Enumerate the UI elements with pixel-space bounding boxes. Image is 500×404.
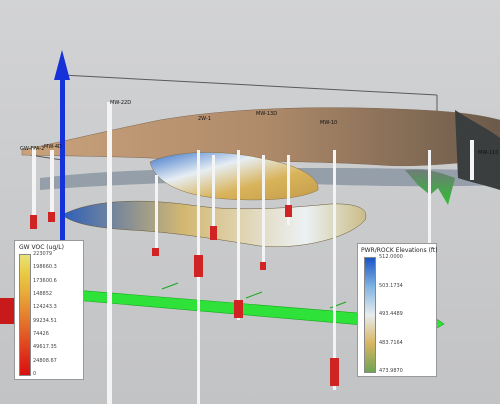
well-label-left: GW-FPA-2 bbox=[20, 146, 45, 152]
well-label-top: MW-22D bbox=[110, 100, 132, 106]
elevation-legend-title: PWR/ROCK Elevations (ft) bbox=[361, 247, 438, 254]
voc-tick-label: 24808.67 bbox=[33, 357, 57, 364]
well-label-mid-1: 2W-1 bbox=[198, 116, 211, 122]
elevation-legend: PWR/ROCK Elevations (ft) 512.0000 503.173… bbox=[357, 243, 438, 377]
voc-tick-label: 0 bbox=[33, 371, 37, 377]
well bbox=[330, 150, 339, 390]
voc-tick-label: 74426 bbox=[33, 331, 49, 337]
well bbox=[0, 298, 14, 324]
elevation-tick-label: 473.9870 bbox=[379, 368, 403, 374]
well-label-mid-2: MW-10 bbox=[320, 120, 338, 126]
well bbox=[107, 102, 112, 404]
elevation-tick-label: 512.0000 bbox=[379, 254, 403, 260]
elevation-tick-label: 493.4489 bbox=[379, 311, 403, 317]
3d-viewport[interactable]: MW-22D GW-FPA-2 MW-4D MW-13D MW-110 2W-1… bbox=[0, 0, 500, 404]
voc-tick-label: 198660.3 bbox=[33, 264, 57, 271]
well-label-right: MW-110 bbox=[478, 150, 499, 156]
voc-tick-label: 223079 bbox=[33, 251, 53, 257]
voc-legend-title: GW VOC (ug/L) bbox=[19, 244, 64, 251]
voc-tick-label: 148852 bbox=[33, 291, 53, 297]
voc-tick-label: 173600.6 bbox=[33, 277, 57, 284]
voc-tick-label: 124243.3 bbox=[33, 304, 57, 311]
voc-color-bar bbox=[19, 254, 31, 376]
well bbox=[470, 140, 474, 180]
voc-tick-label: 99234.51 bbox=[33, 317, 57, 324]
elevation-tick-label: 503.1734 bbox=[379, 282, 403, 289]
elevation-color-bar bbox=[364, 257, 376, 373]
voc-tick-label: 49617.35 bbox=[33, 344, 57, 351]
well-label-left-b: MW-4D bbox=[44, 144, 62, 150]
elevation-tick-label: 483.7164 bbox=[379, 339, 403, 346]
well bbox=[30, 148, 37, 229]
well-label-right-top: MW-13D bbox=[256, 111, 278, 117]
voc-legend: GW VOC (ug/L) 223079 198660.3 173600.6 1488… bbox=[14, 240, 84, 380]
